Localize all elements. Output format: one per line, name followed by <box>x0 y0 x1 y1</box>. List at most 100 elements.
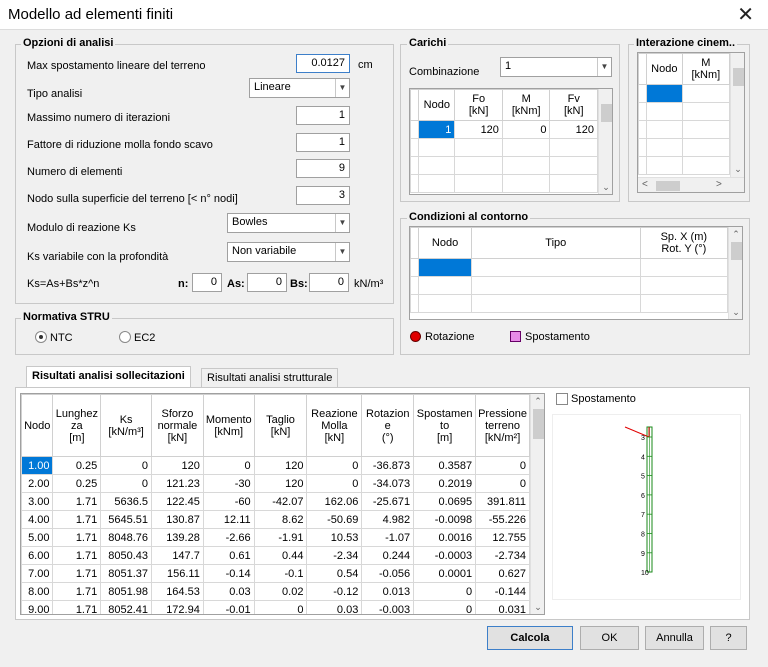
cell[interactable]: 0.0016 <box>413 528 477 547</box>
cell[interactable]: -0.0098 <box>413 510 477 529</box>
cell[interactable]: -0.12 <box>306 582 363 601</box>
cell[interactable]: 139.28 <box>151 528 204 547</box>
cell[interactable]: 0.3587 <box>413 456 477 475</box>
cell[interactable]: 7.00 <box>21 564 54 583</box>
table-row[interactable]: 1 120 0 120 <box>410 120 598 139</box>
chevron-up-icon[interactable]: ⌃ <box>531 396 544 407</box>
help-button[interactable]: ? <box>710 626 747 650</box>
cell[interactable]: 1.71 <box>52 528 102 547</box>
table-row[interactable]: 9.00 1.71 8052.41 172.94 -0.01 0 0.03 -0.003 0 0.… <box>21 600 530 614</box>
cell[interactable]: 0 <box>306 456 363 475</box>
table-row[interactable]: 2.00 0.25 0 121.23 -30 120 0 -34.073 0.2019 0 <box>21 474 530 493</box>
nodo-superficie-input[interactable]: 3 <box>296 186 350 205</box>
cell[interactable]: 8051.98 <box>100 582 153 601</box>
cell[interactable]: -36.873 <box>361 456 415 475</box>
cell[interactable]: -25.671 <box>361 492 415 511</box>
chevron-right-icon[interactable]: > <box>716 179 722 190</box>
interazione-table[interactable]: Nodo M [kNm] ⌄ < > <box>637 52 745 193</box>
close-icon[interactable]: ✕ <box>737 2 754 27</box>
iterazioni-input[interactable]: 1 <box>296 106 350 125</box>
cell[interactable]: 12.11 <box>202 510 255 529</box>
cell[interactable]: 0 <box>100 456 153 475</box>
cell[interactable]: 0.2019 <box>413 474 477 493</box>
cell[interactable]: 120 <box>549 120 598 139</box>
cell[interactable]: 12.755 <box>475 528 530 547</box>
cell[interactable]: -60 <box>202 492 255 511</box>
cell[interactable]: -34.073 <box>361 474 415 493</box>
cell[interactable]: 1.71 <box>52 600 102 614</box>
cell[interactable]: 0 <box>100 474 153 493</box>
table-row[interactable]: 6.00 1.71 8050.43 147.7 0.61 0.44 -2.34 0.244 -0… <box>21 546 530 565</box>
ks-variabile-select[interactable]: Non variabile ▼ <box>227 242 350 262</box>
cell[interactable]: -1.07 <box>361 528 415 547</box>
cell[interactable]: -0.01 <box>202 600 255 614</box>
cell[interactable]: 0.244 <box>361 546 415 565</box>
cell[interactable]: 120 <box>151 456 204 475</box>
spostamento-checkbox[interactable] <box>556 393 568 405</box>
cell[interactable]: 0.25 <box>52 456 102 475</box>
chevron-up-icon[interactable]: ⌃ <box>729 229 742 240</box>
cell[interactable]: 1.00 <box>21 456 54 475</box>
annulla-button[interactable]: Annulla <box>645 626 704 650</box>
cell[interactable]: 164.53 <box>151 582 204 601</box>
n-input[interactable]: 0 <box>192 273 222 292</box>
cell[interactable]: 172.94 <box>151 600 204 614</box>
chevron-down-icon[interactable]: ⌄ <box>731 164 744 175</box>
interazione-vscroll[interactable]: ⌄ <box>730 53 744 177</box>
cell[interactable]: 2.00 <box>21 474 54 493</box>
cell[interactable]: -0.003 <box>361 600 415 614</box>
cell[interactable]: 0.0001 <box>413 564 477 583</box>
cell[interactable]: -0.1 <box>253 564 308 583</box>
cell[interactable]: 0.013 <box>361 582 415 601</box>
cell[interactable]: 0.0695 <box>413 492 477 511</box>
cell[interactable]: -50.69 <box>306 510 363 529</box>
cell[interactable]: 0.627 <box>475 564 530 583</box>
cell[interactable]: 0 <box>475 474 530 493</box>
combinazione-select[interactable]: 1 ▼ <box>500 57 612 77</box>
cell[interactable]: 1.71 <box>52 564 102 583</box>
carichi-table[interactable]: Nodo Fo [kN] M [kNm] Fv [kN] 1 120 0 120… <box>409 88 613 195</box>
cell[interactable]: -2.734 <box>475 546 530 565</box>
cell[interactable]: -1.91 <box>253 528 308 547</box>
table-row[interactable]: 3.00 1.71 5636.5 122.45 -60 -42.07 162.06 -25.6… <box>21 492 530 511</box>
cell[interactable]: 9.00 <box>21 600 54 614</box>
cell[interactable]: 162.06 <box>306 492 363 511</box>
cell[interactable]: 4.00 <box>21 510 54 529</box>
cell[interactable]: 5645.51 <box>100 510 153 529</box>
table-row[interactable]: 5.00 1.71 8048.76 139.28 -2.66 -1.91 10.53 -1.0… <box>21 528 530 547</box>
cell[interactable]: 8052.41 <box>100 600 153 614</box>
cell[interactable]: 4.982 <box>361 510 415 529</box>
chevron-down-icon[interactable]: ⌄ <box>729 307 742 318</box>
table-row[interactable]: 1.00 0.25 0 120 0 120 0 -36.873 0.3587 0 <box>21 456 530 475</box>
cell[interactable]: 1.71 <box>52 582 102 601</box>
cell[interactable]: -0.14 <box>202 564 255 583</box>
cell[interactable]: 0 <box>306 474 363 493</box>
cell[interactable]: 0 <box>413 582 477 601</box>
cell[interactable]: 0.54 <box>306 564 363 583</box>
cell[interactable]: 3.00 <box>21 492 54 511</box>
cell[interactable]: -30 <box>202 474 255 493</box>
cell[interactable]: 8.00 <box>21 582 54 601</box>
cell[interactable]: 5636.5 <box>100 492 153 511</box>
cell[interactable]: 147.7 <box>151 546 204 565</box>
cell[interactable]: 0 <box>501 120 551 139</box>
cell[interactable]: 391.811 <box>475 492 530 511</box>
cell[interactable]: 0.03 <box>202 582 255 601</box>
calcola-button[interactable]: Calcola <box>487 626 573 650</box>
cell[interactable]: 120 <box>253 456 308 475</box>
ok-button[interactable]: OK <box>580 626 639 650</box>
cell[interactable]: 1.71 <box>52 492 102 511</box>
cell[interactable]: -2.34 <box>306 546 363 565</box>
ec2-radio[interactable] <box>119 331 131 343</box>
cell[interactable]: 120 <box>454 120 503 139</box>
max-spost-input[interactable]: 0.0127 <box>296 54 350 73</box>
cell[interactable]: 6.00 <box>21 546 54 565</box>
cell[interactable]: -0.056 <box>361 564 415 583</box>
cell[interactable]: 0.44 <box>253 546 308 565</box>
modulo-ks-select[interactable]: Bowles ▼ <box>227 213 350 233</box>
tipo-analisi-select[interactable]: Lineare ▼ <box>249 78 350 98</box>
cell[interactable]: 5.00 <box>21 528 54 547</box>
cell[interactable]: 0.25 <box>52 474 102 493</box>
cell[interactable]: 0 <box>475 456 530 475</box>
cell[interactable]: 122.45 <box>151 492 204 511</box>
